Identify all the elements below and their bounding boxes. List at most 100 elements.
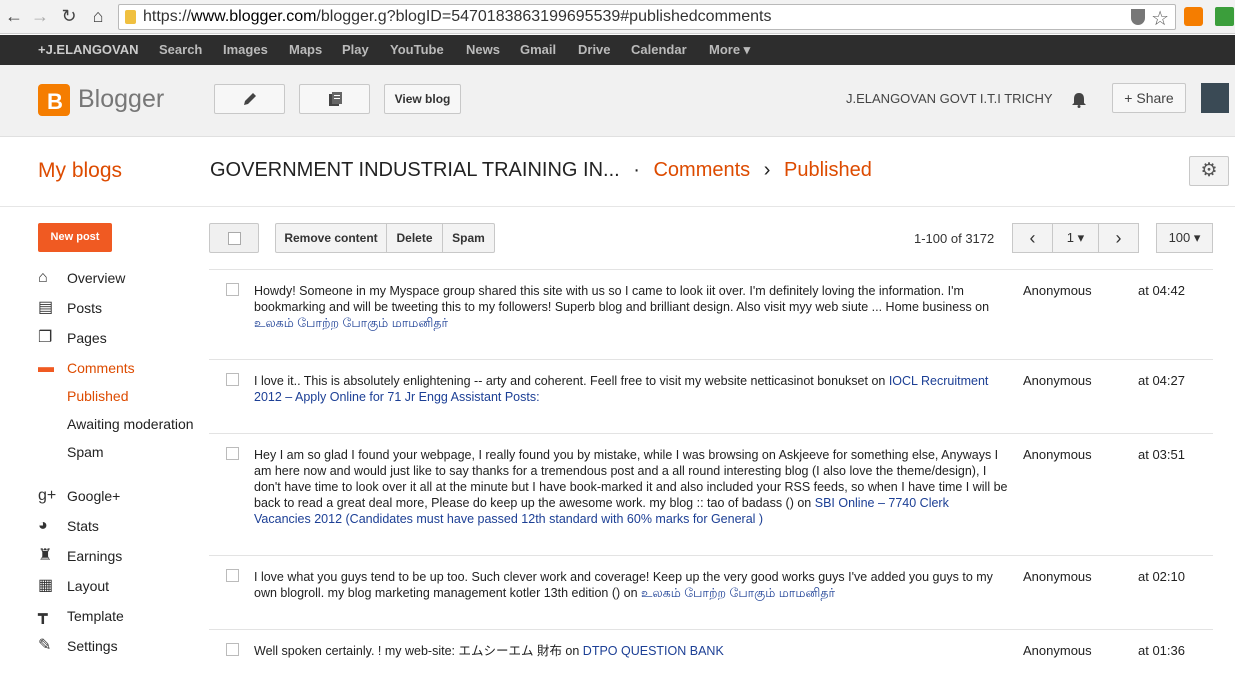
comment-text: Howdy! Someone in my Myspace group share…	[254, 284, 990, 330]
sidebar-item-layout[interactable]: ▦ Layout	[38, 572, 208, 602]
gbar-link[interactable]: Drive	[578, 42, 611, 57]
comment-row[interactable]: Hey I am so glad I found your webpage, I…	[209, 433, 1213, 556]
sidebar-subitem-awaiting[interactable]: Awaiting moderation	[38, 412, 208, 440]
chevron-left-icon: ‹	[1029, 228, 1036, 248]
gbar-link[interactable]: Maps	[289, 42, 322, 57]
delete-button[interactable]: Delete	[386, 223, 443, 253]
comment-time[interactable]: at 04:27	[1138, 373, 1185, 388]
posts-icon: ▤	[38, 299, 54, 316]
browser-toolbar: ← → ↻ ⌂ https://www.blogger.com/blogger.…	[0, 0, 1235, 34]
sidebar-item-stats[interactable]: ◕ Stats	[38, 512, 208, 542]
gbar-link[interactable]: Calendar	[631, 42, 687, 57]
new-post-button[interactable]	[214, 84, 285, 114]
comment-row[interactable]: Well spoken certainly. ! my web-site: エム…	[209, 629, 1213, 680]
comment-author[interactable]: Anonymous	[1023, 447, 1092, 462]
prev-page-button[interactable]: ‹	[1012, 223, 1053, 253]
result-count: 1-100 of 3172	[914, 231, 995, 246]
account-name[interactable]: J.ELANGOVAN GOVT I.T.I TRICHY	[846, 91, 1053, 106]
notification-bell-icon[interactable]	[1071, 92, 1087, 108]
comment-text: I love it.. This is absolutely enlighten…	[254, 374, 989, 404]
my-blogs-link[interactable]: My blogs	[38, 159, 122, 183]
sidebar-item-template[interactable]: ┳ Template	[38, 602, 208, 632]
gbar-link[interactable]: Search	[159, 42, 202, 57]
forward-icon[interactable]: →	[30, 6, 50, 26]
comment-time[interactable]: at 03:51	[1138, 447, 1185, 462]
brand-name[interactable]: Blogger	[78, 85, 164, 114]
back-icon[interactable]: ←	[4, 6, 24, 26]
url-text: https://www.blogger.com/blogger.g?blogID…	[143, 8, 772, 25]
blog-title[interactable]: GOVERNMENT INDUSTRIAL TRAINING IN...	[210, 159, 620, 181]
view-blog-button[interactable]: View blog	[384, 84, 461, 114]
sidebar-item-earnings[interactable]: ♜ Earnings	[38, 542, 208, 572]
gear-icon[interactable]: ⚙	[1189, 156, 1229, 186]
lock-icon	[125, 10, 136, 24]
gbar-link[interactable]: YouTube	[390, 42, 444, 57]
sidebar-subitem-spam[interactable]: Spam	[38, 440, 208, 468]
google-plus-icon: g+	[38, 487, 57, 504]
comment-post-link[interactable]: உலகம் போற்ற போகும் மாமனிதர்	[254, 316, 448, 330]
blogger-extension-icon[interactable]	[1184, 7, 1203, 26]
comment-row[interactable]: I love it.. This is absolutely enlighten…	[209, 359, 1213, 434]
remove-content-button[interactable]: Remove content	[275, 223, 387, 253]
comment-author[interactable]: Anonymous	[1023, 643, 1092, 658]
shield-icon[interactable]	[1131, 9, 1145, 25]
row-checkbox[interactable]	[226, 373, 239, 386]
comment-text: I love what you guys tend to be up too. …	[254, 570, 993, 600]
sidebar-item-posts[interactable]: ▤ Posts	[38, 294, 208, 324]
comment-time[interactable]: at 04:42	[1138, 283, 1185, 298]
select-all-checkbox[interactable]	[209, 223, 259, 253]
comment-time[interactable]: at 02:10	[1138, 569, 1185, 584]
row-checkbox[interactable]	[226, 569, 239, 582]
sidebar-item-overview[interactable]: ⌂ Overview	[38, 264, 208, 294]
pages-icon: ❐	[38, 329, 53, 346]
sidebar-subitem-published[interactable]: Published	[38, 384, 208, 412]
next-page-button[interactable]: ›	[1098, 223, 1139, 253]
row-checkbox[interactable]	[226, 643, 239, 656]
gbar-link[interactable]: News	[466, 42, 500, 57]
extension-icon[interactable]	[1215, 7, 1234, 26]
comment-post-link[interactable]: DTPO QUESTION BANK	[583, 644, 724, 658]
comment-time[interactable]: at 01:36	[1138, 643, 1185, 658]
chevron-down-icon: ▾	[1193, 230, 1201, 245]
layout-icon: ▦	[38, 577, 54, 594]
blogger-logo-icon[interactable]: B	[38, 84, 70, 116]
sidebar-item-settings[interactable]: ✎ Settings	[38, 632, 208, 662]
per-page-select[interactable]: 100 ▾	[1156, 223, 1213, 253]
reload-icon[interactable]: ↻	[59, 6, 79, 26]
checkbox-icon	[228, 232, 241, 245]
comment-author[interactable]: Anonymous	[1023, 569, 1092, 584]
page-select[interactable]: 1 ▾	[1052, 223, 1099, 253]
share-button[interactable]: + Share	[1112, 83, 1186, 113]
avatar[interactable]	[1201, 83, 1229, 113]
gbar-link[interactable]: Play	[342, 42, 369, 57]
comment-author[interactable]: Anonymous	[1023, 373, 1092, 388]
sidebar-item-google-plus[interactable]: g+ Google+	[38, 482, 208, 512]
stats-icon: ◕	[38, 517, 48, 534]
spam-button[interactable]: Spam	[442, 223, 495, 253]
breadcrumb-comments[interactable]: Comments	[653, 159, 750, 181]
comment-text: Well spoken certainly. ! my web-site: エム…	[254, 644, 724, 658]
comment-author[interactable]: Anonymous	[1023, 283, 1092, 298]
gbar-more[interactable]: More ▾	[709, 42, 750, 58]
comment-row[interactable]: Howdy! Someone in my Myspace group share…	[209, 269, 1213, 360]
sidebar-item-pages[interactable]: ❐ Pages	[38, 324, 208, 354]
comment-row[interactable]: I love what you guys tend to be up too. …	[209, 555, 1213, 630]
star-icon[interactable]: ☆	[1151, 6, 1169, 31]
sidebar-nav: ⌂ Overview ▤ Posts ❐ Pages ▬ Comments Publis…	[38, 264, 208, 662]
google-bar: +J.ELANGOVAN Search Images Maps Play You…	[0, 35, 1235, 65]
documents-icon	[328, 92, 342, 106]
breadcrumb: GOVERNMENT INDUSTRIAL TRAINING IN... · C…	[210, 159, 872, 181]
gbar-user[interactable]: +J.ELANGOVAN	[38, 42, 139, 57]
posts-list-button[interactable]	[299, 84, 370, 114]
address-bar[interactable]: https://www.blogger.com/blogger.g?blogID…	[118, 4, 1176, 30]
home-icon: ⌂	[38, 269, 48, 286]
new-post-button[interactable]: New post	[38, 223, 112, 252]
row-checkbox[interactable]	[226, 283, 239, 296]
home-button-icon[interactable]: ⌂	[88, 6, 108, 26]
row-checkbox[interactable]	[226, 447, 239, 460]
sidebar-item-comments[interactable]: ▬ Comments	[38, 354, 208, 384]
title-bar: My blogs GOVERNMENT INDUSTRIAL TRAINING …	[0, 137, 1235, 207]
comment-post-link[interactable]: உலகம் போற்ற போகும் மாமனிதர்	[641, 586, 835, 600]
gbar-link[interactable]: Gmail	[520, 42, 556, 57]
gbar-link[interactable]: Images	[223, 42, 268, 57]
